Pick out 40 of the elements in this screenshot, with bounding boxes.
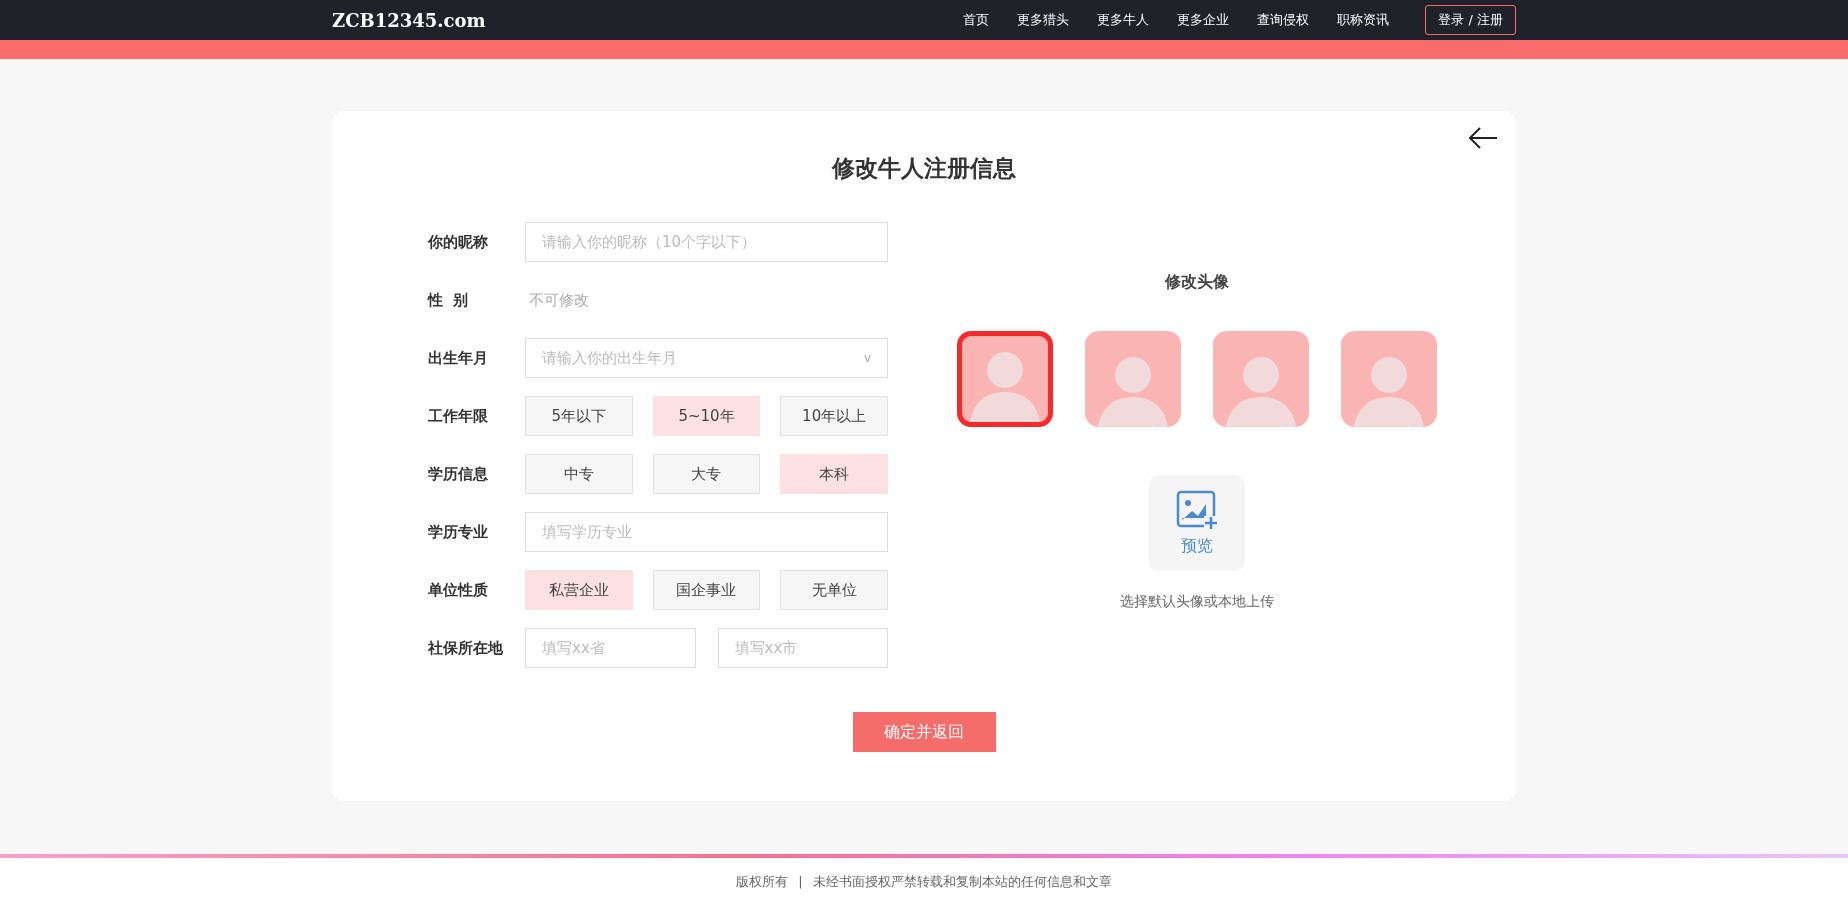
option-button[interactable]: 10年以上	[780, 396, 888, 436]
field-label: 学历信息	[428, 464, 489, 484]
field-label: 社保所在地	[428, 638, 504, 658]
avatar-option[interactable]	[1085, 331, 1181, 427]
nav-link[interactable]: 首页	[963, 11, 990, 29]
field-label: 单位性质	[428, 580, 489, 600]
login-button[interactable]: 登录 / 注册	[1425, 5, 1516, 35]
caret-icon: v	[863, 351, 871, 365]
avatar-option[interactable]	[1213, 331, 1309, 427]
page-title: 修改牛人注册信息	[832, 154, 1016, 183]
add-image-icon	[1176, 489, 1218, 530]
static-value: 不可修改	[528, 290, 589, 310]
option-button[interactable]: 国企事业	[652, 570, 761, 610]
separator-text: |	[798, 874, 803, 889]
field-label: 性 别	[428, 290, 470, 310]
field-label: 你的昵称	[428, 232, 489, 252]
option-button[interactable]: 5年以下	[525, 396, 633, 436]
option-button[interactable]: 中专	[525, 454, 633, 494]
select-placeholder: 请输入你的出生年月	[542, 348, 677, 368]
avatar-hint: 选择默认头像或本地上传	[1120, 593, 1274, 611]
notice-text: 未经书面授权严禁转载和复制本站的任何信息和文章	[812, 872, 1112, 891]
option-button[interactable]: 无单位	[780, 570, 888, 610]
site-logo[interactable]: ZCB12345.com	[332, 9, 486, 31]
avatar-option[interactable]	[1341, 331, 1437, 427]
nav-link[interactable]: 职称资讯	[1337, 11, 1390, 29]
nav-link[interactable]: 更多猎头	[1017, 11, 1070, 29]
field-label: 出生年月	[428, 348, 489, 368]
back-arrow-icon[interactable]	[1468, 126, 1498, 150]
option-button[interactable]: 5~10年	[652, 396, 761, 436]
field-label: 学历专业	[428, 522, 489, 542]
nav-link[interactable]: 更多牛人	[1097, 11, 1150, 29]
option-button[interactable]: 私营企业	[525, 570, 633, 610]
avatar-option[interactable]	[957, 331, 1053, 427]
nav-link[interactable]: 查询侵权	[1257, 11, 1310, 29]
section-title: 修改头像	[1165, 272, 1229, 293]
copyright-text: 版权所有	[736, 872, 789, 891]
field-label: 工作年限	[428, 406, 489, 426]
option-button[interactable]: 本科	[780, 454, 888, 494]
option-button[interactable]: 大专	[652, 454, 761, 494]
nav-link[interactable]: 更多企业	[1177, 11, 1230, 29]
